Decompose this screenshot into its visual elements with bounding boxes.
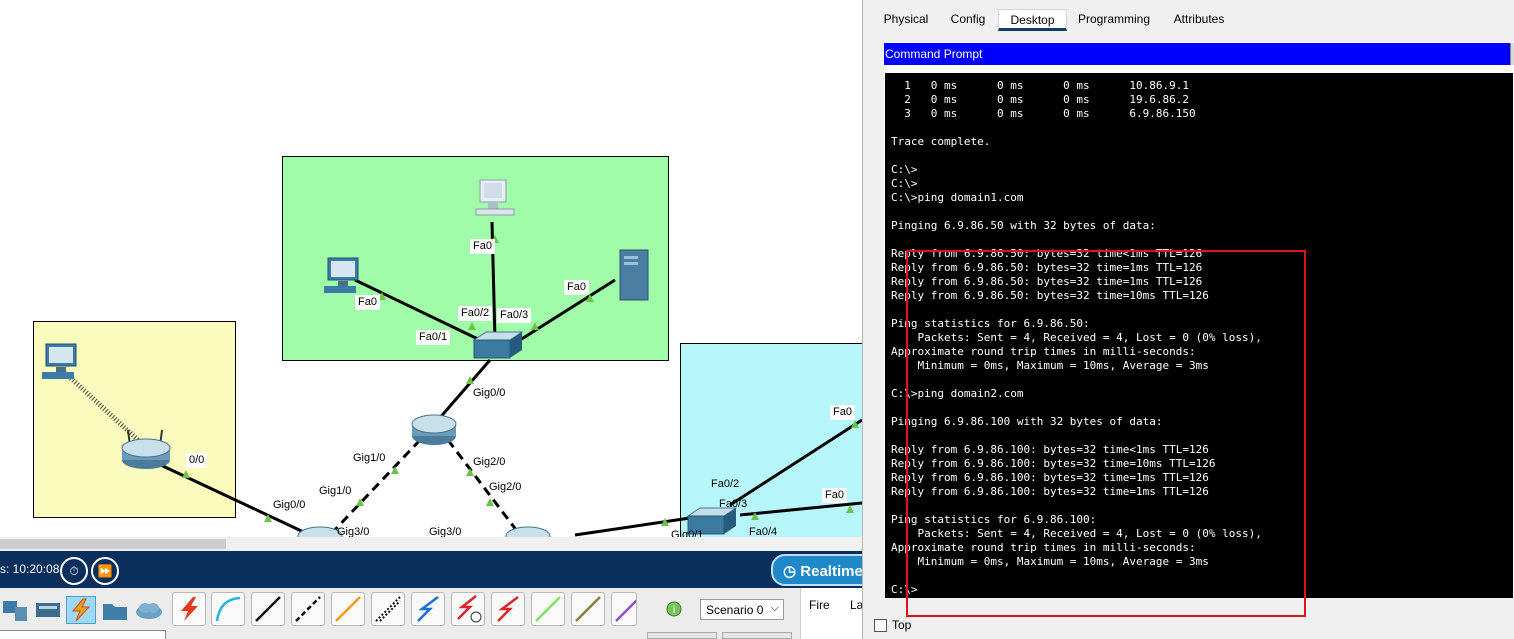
command-prompt-title: Command Prompt [884, 43, 1512, 65]
device-subpanel [0, 630, 166, 639]
device-toolbar: i Scenario 0 ⌵ Fire La [0, 588, 870, 639]
simulation-clock: s: 10:20:08 [0, 562, 60, 576]
pc-icon[interactable] [474, 178, 518, 218]
terminal-line: C:\>ping domain1.com [891, 191, 1024, 204]
timer-icon[interactable]: ⏱ [60, 557, 88, 585]
port-label: Fa0/3 [719, 498, 748, 510]
connection-phone[interactable] [371, 592, 405, 626]
terminal-line: 2 0 ms 0 ms 0 ms 19.6.86.2 [891, 93, 1190, 106]
scrollbar-thumb[interactable] [0, 539, 226, 549]
port-label: Fa0 [830, 405, 855, 420]
pc-icon[interactable] [40, 342, 84, 382]
horizontal-scrollbar[interactable] [0, 537, 862, 551]
top-checkbox[interactable] [874, 619, 887, 632]
connection-iot[interactable] [571, 592, 605, 626]
port-label: Gig2/0 [473, 456, 506, 468]
simulation-bar: s: 10:20:08 ⏱ ⏩ ◷ Realtime [0, 551, 881, 588]
port-label: Gig3/0 [429, 526, 462, 537]
port-label: Fa0/2 [711, 478, 740, 490]
fast-forward-icon[interactable]: ⏩ [91, 557, 119, 585]
router-icon[interactable] [410, 412, 458, 446]
port-label: Gig0/0 [470, 386, 509, 401]
delete-scenario-button[interactable] [722, 632, 792, 639]
lightning-icon[interactable] [66, 596, 96, 624]
port-label: Fa0/4 [749, 526, 778, 537]
chevron-down-icon: ⌵ [770, 602, 779, 614]
tab-desktop[interactable]: Desktop [998, 9, 1067, 31]
connection-auto[interactable] [172, 592, 206, 626]
connection-console[interactable] [211, 592, 245, 626]
pdu-list: Fire La [800, 588, 870, 639]
switch-icon[interactable] [472, 330, 524, 362]
connection-crossover[interactable] [291, 592, 325, 626]
terminal-line: 1 0 ms 0 ms 0 ms 10.86.9.1 [891, 79, 1190, 92]
tab-physical[interactable]: Physical [877, 9, 935, 31]
port-label: Fa0 [355, 295, 380, 310]
connection-usb[interactable] [611, 592, 637, 626]
port-label: Fa0 [822, 488, 847, 503]
components-icon[interactable] [33, 596, 63, 624]
scenario-info-icon[interactable]: i [666, 601, 682, 617]
window-close-edge [1510, 43, 1514, 65]
connection-serial-dte[interactable] [491, 592, 525, 626]
port-label: 0/0 [186, 453, 208, 468]
port-label: Fa0/1 [416, 330, 451, 345]
tab-config[interactable]: Config [943, 9, 993, 31]
fire-column-header: Fire [809, 598, 830, 612]
device-config-window: Physical Config Desktop Programming Attr… [862, 0, 1514, 639]
folder-icon[interactable] [100, 596, 130, 624]
port-label: Gig1/0 [353, 452, 386, 464]
topology-canvas[interactable]: Fa0 Fa0 Fa0 Fa0/1 Fa0/2 Fa0/3 Gig0/0 Gig… [0, 0, 862, 537]
highlight-box [906, 250, 1306, 617]
connection-straight[interactable] [251, 592, 285, 626]
terminal-line: Pinging 6.9.86.50 with 32 bytes of data: [891, 219, 1156, 232]
top-checkbox-label: Top [892, 618, 912, 632]
port-label: Gig0/0 [273, 499, 306, 511]
terminal-line: 3 0 ms 0 ms 0 ms 6.9.86.150 [891, 107, 1196, 120]
end-devices-icon[interactable] [0, 596, 30, 624]
port-label: Fa0/2 [458, 306, 493, 321]
port-label: Gig3/0 [337, 526, 370, 537]
port-label: Gig1/0 [319, 485, 352, 497]
terminal-line: Trace complete. [891, 135, 991, 148]
new-scenario-button[interactable] [647, 632, 717, 639]
command-prompt-window: Command Prompt 1 0 ms 0 ms 0 ms 10.86.9.… [884, 42, 1514, 617]
router-icon[interactable] [504, 524, 552, 537]
realtime-label: Realtime [800, 563, 863, 580]
server-icon[interactable] [618, 248, 652, 302]
pc-icon[interactable] [322, 256, 366, 296]
realtime-clock-icon: ◷ [783, 563, 801, 580]
port-label: Fa0 [470, 239, 495, 254]
tab-programming[interactable]: Programming [1073, 9, 1155, 31]
port-label: Gig0/1 [671, 529, 704, 537]
connection-fiber[interactable] [331, 592, 365, 626]
connection-serial-dce[interactable] [451, 592, 485, 626]
terminal-line: C:\> [891, 163, 918, 176]
port-label: Fa0/3 [497, 308, 532, 323]
port-label: Gig2/0 [489, 481, 522, 493]
scenario-value: Scenario 0 [706, 603, 764, 617]
connection-octal[interactable] [531, 592, 565, 626]
port-label: Fa0 [564, 280, 589, 295]
connection-coaxial[interactable] [411, 592, 445, 626]
scenario-select[interactable]: Scenario 0 ⌵ [700, 599, 784, 620]
wireless-router-icon[interactable] [118, 428, 176, 472]
terminal-line: C:\> [891, 177, 918, 190]
svg-text:i: i [673, 605, 676, 616]
tab-attributes[interactable]: Attributes [1163, 9, 1235, 31]
cloud-icon[interactable] [134, 596, 164, 624]
